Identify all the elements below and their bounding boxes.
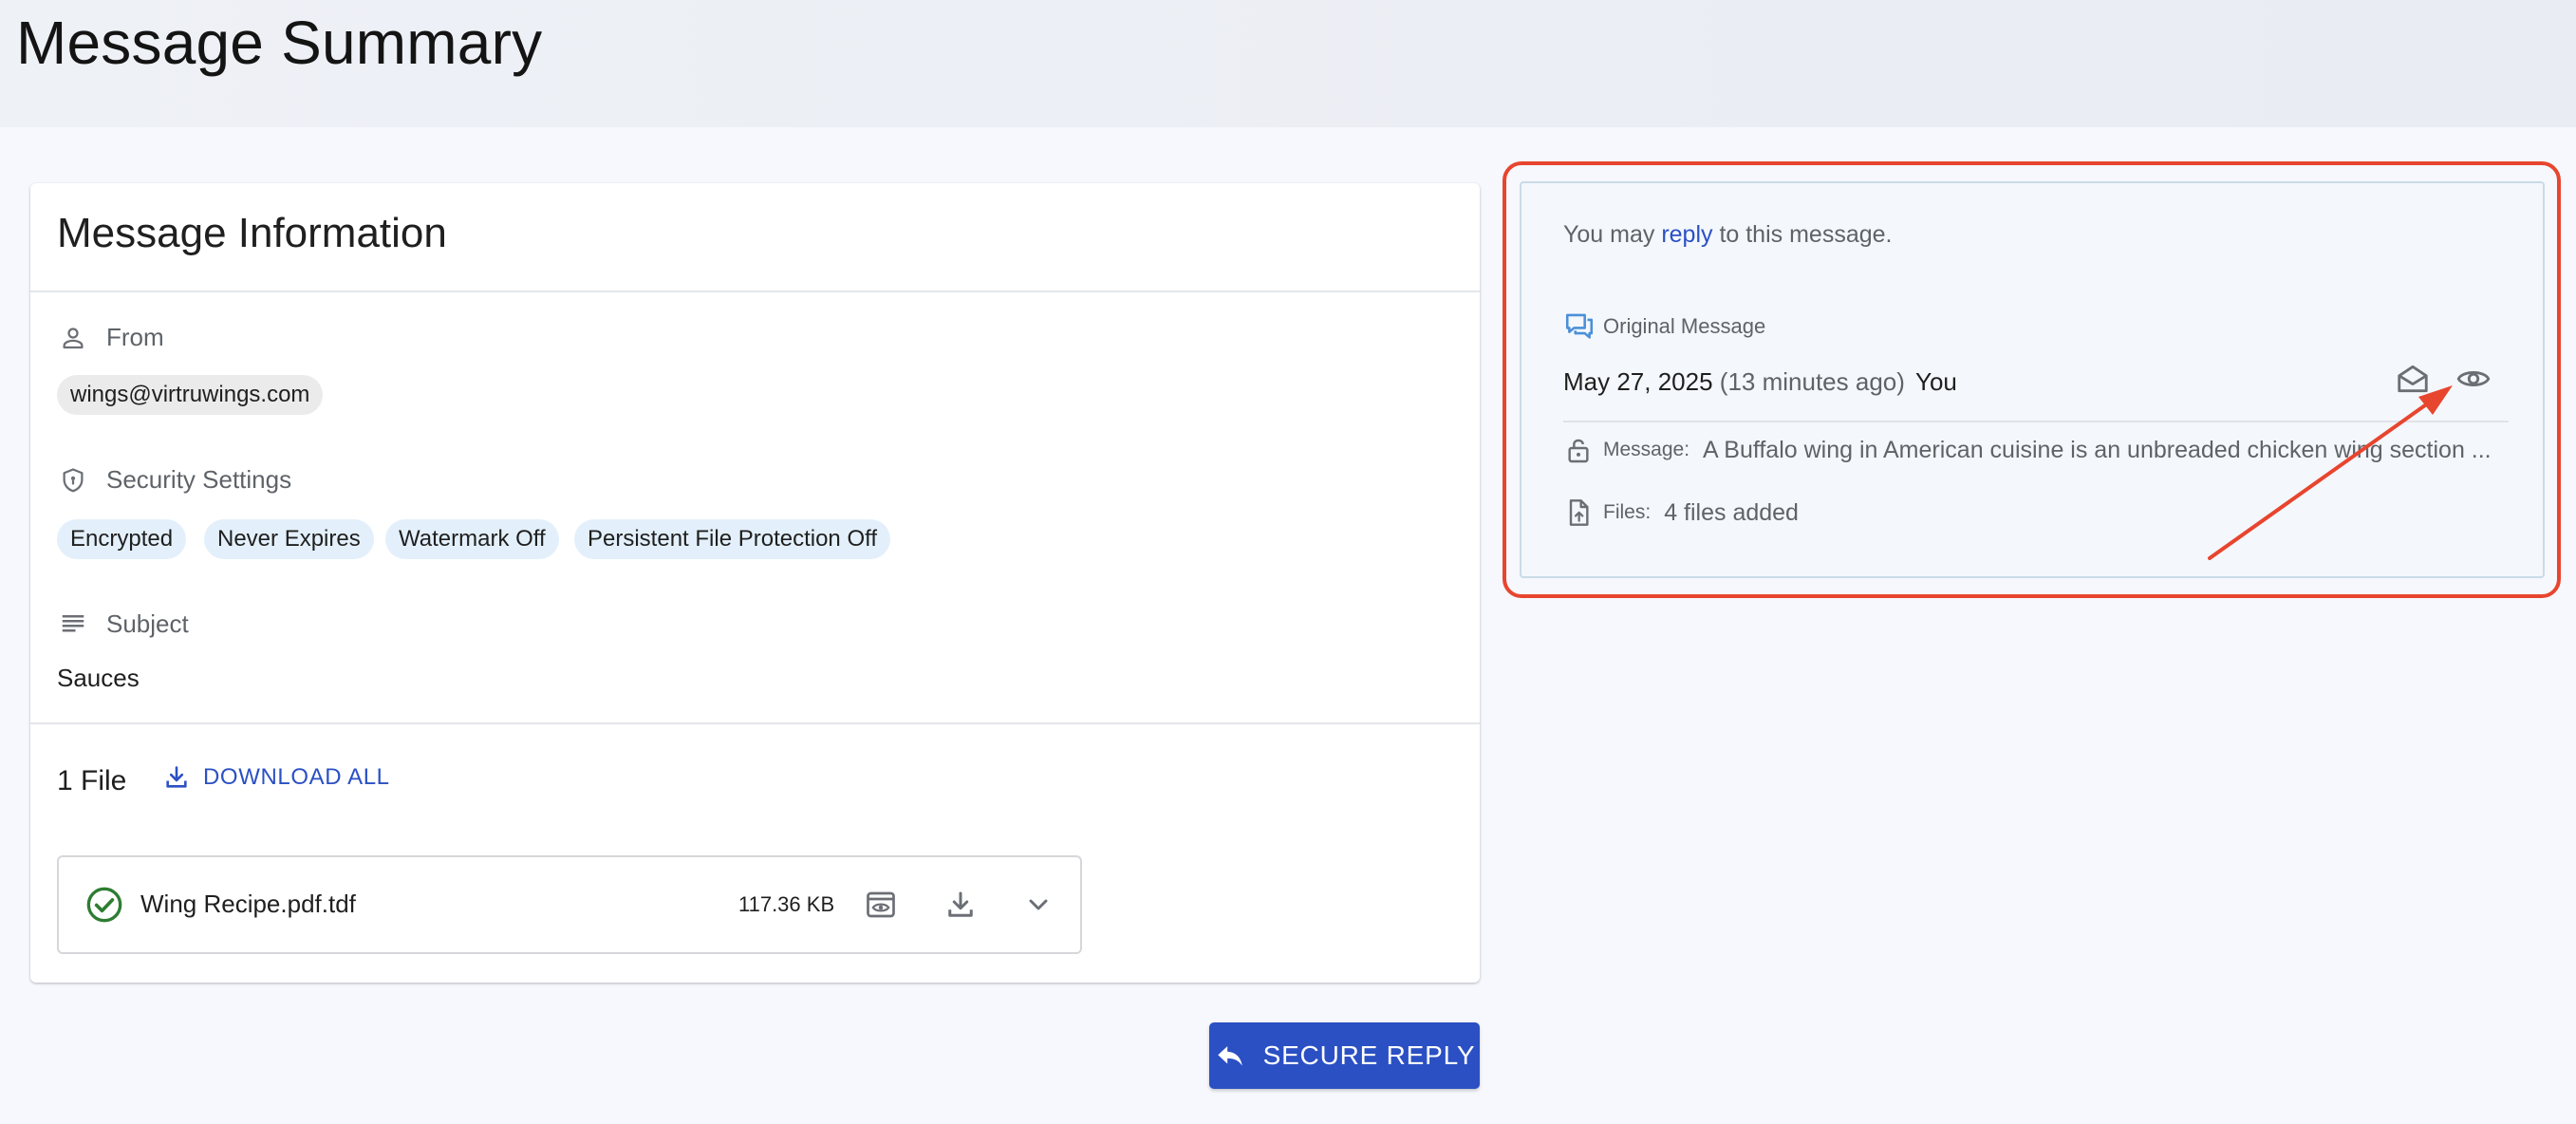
- file-download-icon[interactable]: [943, 888, 978, 922]
- sender-email-chip: wings@virtruwings.com: [57, 375, 324, 415]
- security-chip-expiry: Never Expires: [204, 519, 374, 559]
- reply-arrow-icon: [1217, 1046, 1242, 1066]
- file-name[interactable]: Wing Recipe.pdf.tdf: [140, 890, 356, 919]
- download-all-button[interactable]: DOWNLOAD ALL: [163, 764, 390, 791]
- security-chip-file-protection: Persistent File Protection Off: [574, 519, 891, 559]
- highlight-frame: [1503, 161, 2561, 598]
- page-title: Message Summary: [16, 9, 543, 77]
- download-all-label: DOWNLOAD ALL: [203, 764, 390, 790]
- security-settings-label: Security Settings: [106, 465, 292, 494]
- security-chip-encrypted: Encrypted: [57, 519, 187, 559]
- page-header: Message Summary: [0, 0, 2576, 127]
- card-title: Message Information: [57, 210, 447, 256]
- files-divider: [30, 722, 1480, 724]
- from-section-label: From: [59, 323, 164, 352]
- subject-section-label: Subject: [59, 609, 189, 639]
- security-section-label: Security Settings: [59, 465, 291, 495]
- subject-lines-icon: [62, 614, 84, 631]
- download-icon: [166, 766, 187, 788]
- secure-reply-label: SECURE REPLY: [1262, 1040, 1476, 1070]
- shield-icon: [63, 467, 84, 492]
- file-size: 117.36 KB: [738, 892, 835, 916]
- message-information-card: Message Information From wings@virtruwin…: [30, 183, 1480, 983]
- file-row: Wing Recipe.pdf.tdf 117.36 KB: [57, 855, 1082, 954]
- chevron-down-icon[interactable]: [1023, 890, 1054, 920]
- from-label: From: [106, 323, 164, 351]
- card-divider: [30, 290, 1480, 292]
- person-icon: [63, 327, 84, 348]
- subject-label: Subject: [106, 609, 189, 638]
- subject-value: Sauces: [57, 664, 140, 692]
- security-chip-watermark: Watermark Off: [385, 519, 559, 559]
- secure-reply-button[interactable]: SECURE REPLY: [1209, 1022, 1480, 1089]
- check-circle-icon: [86, 887, 122, 923]
- preview-file-icon[interactable]: [864, 888, 898, 922]
- files-count: 1 File: [57, 765, 127, 796]
